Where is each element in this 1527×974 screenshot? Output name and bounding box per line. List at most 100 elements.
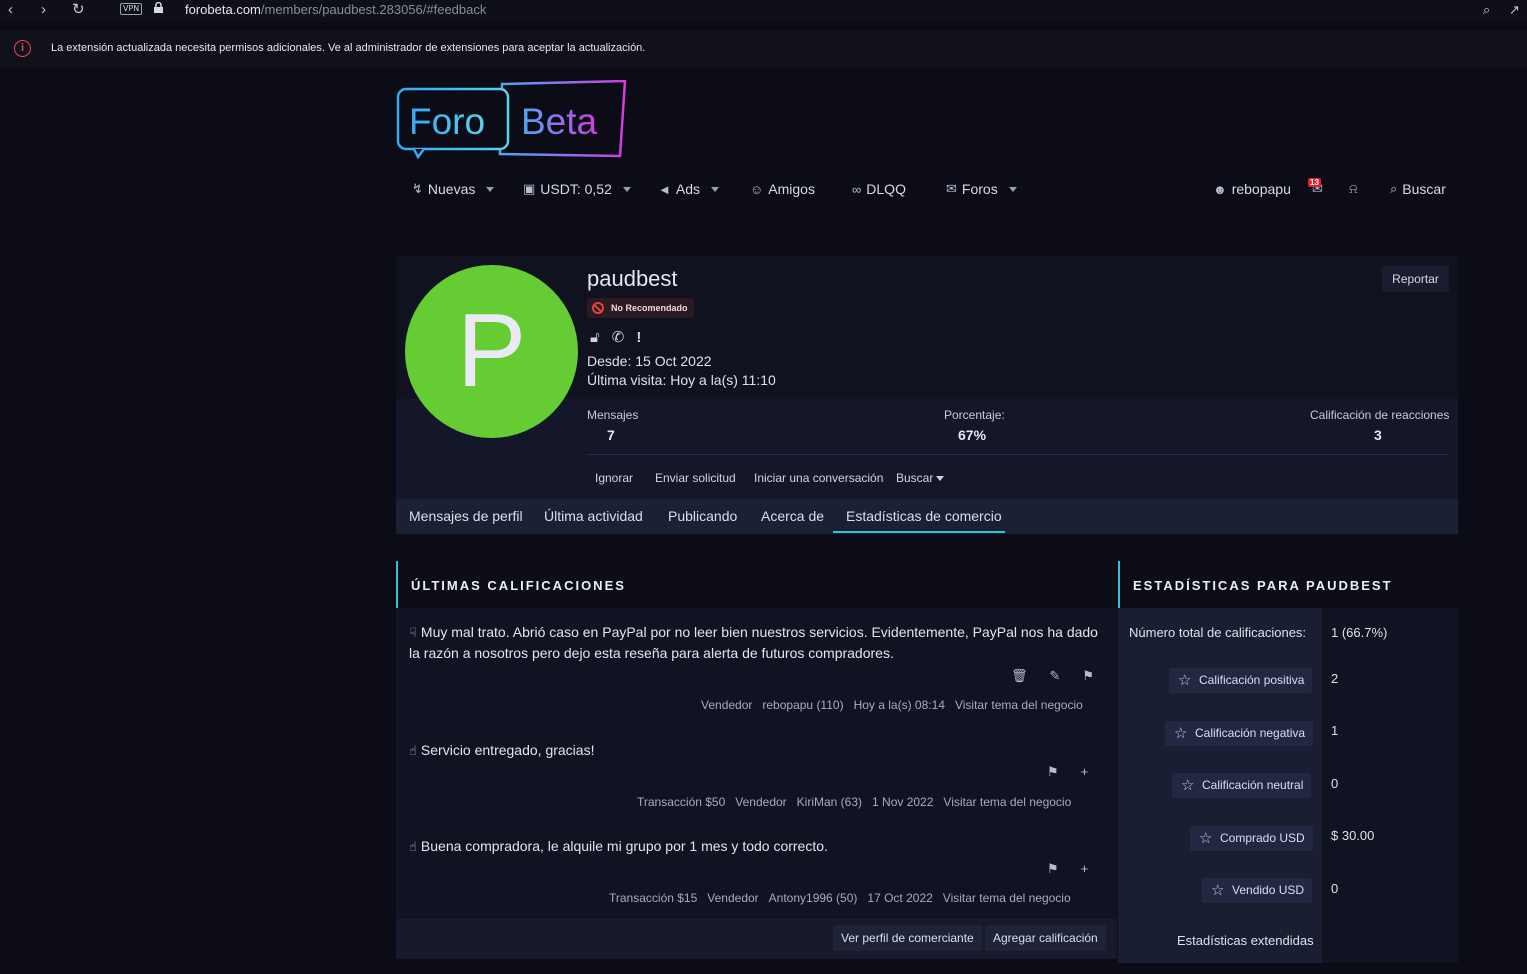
send-request-link[interactable]: Enviar solicitud (655, 471, 736, 485)
review-meta: Vendedor rebopapu (110) Hoy a la(s) 08:1… (701, 698, 1083, 712)
stat-value-reactions[interactable]: 3 (1374, 427, 1382, 443)
chevron-down-icon (711, 186, 719, 192)
stat-label-percentage: Porcentaje: (944, 408, 1005, 422)
tab-profile-posts[interactable]: Mensajes de perfil (409, 508, 523, 524)
tab-latest-activity[interactable]: Última actividad (544, 508, 643, 524)
nav-label: DLQQ (866, 181, 906, 197)
zoom-search-icon[interactable]: ⌕ (1483, 2, 1490, 18)
active-tab-indicator (833, 531, 1005, 533)
meta-user[interactable]: rebopapu (110) (762, 698, 843, 712)
meta-date[interactable]: 1 Nov 2022 (872, 795, 933, 809)
nav-item-dlqq[interactable]: ∞ DLQQ (852, 181, 906, 197)
meta-user[interactable]: Antony1996 (50) (769, 891, 858, 905)
nav-label: Ads (675, 181, 700, 197)
logo-text-beta: Beta (521, 101, 598, 142)
chevron-down-icon (1008, 186, 1017, 192)
extended-stats-link[interactable]: Estadísticas extendidas (1177, 933, 1314, 948)
meta-date[interactable]: Hoy a la(s) 08:14 (854, 698, 945, 712)
inbox-count-badge: 13 (1308, 178, 1321, 187)
meta-role: Vendedor (735, 795, 787, 809)
bought-usd-value: $ 30.00 (1331, 828, 1375, 843)
logo-text-foro: Foro (409, 101, 485, 142)
positive-rating-button[interactable]: ☆ Calificación positiva (1169, 668, 1313, 693)
visit-thread-link[interactable]: Visitar tema del negocio (955, 698, 1083, 712)
forobeta-logo[interactable]: Foro Beta (396, 80, 628, 160)
star-icon: ☆ (1199, 830, 1213, 847)
sold-usd-button[interactable]: ☆ Vendido USD (1202, 878, 1313, 903)
flag-icon[interactable]: ⚑ (1082, 668, 1094, 684)
vpn-badge[interactable]: VPN (120, 3, 143, 15)
avatar[interactable]: P (405, 265, 578, 438)
nav-user-menu[interactable]: ☻ rebopapu (1213, 181, 1291, 197)
negative-rating-button[interactable]: ☆ Calificación negativa (1165, 721, 1314, 746)
money-icon: ▣ (523, 181, 536, 196)
stat-value-messages[interactable]: 7 (607, 427, 615, 443)
nav-label: Amigos (768, 181, 815, 197)
find-menu-label: Buscar (896, 471, 934, 485)
plus-icon[interactable]: + (1081, 861, 1089, 877)
address-bar[interactable]: forobeta.com/members/paudbest.283056/#fe… (185, 2, 486, 17)
users-icon: ☺ (750, 181, 764, 197)
plus-icon[interactable]: + (1081, 764, 1089, 780)
chevron-down-icon (622, 186, 631, 192)
main-nav: ↯ Nuevas ▣ USDT: 0,52 ◄ Ads ☺ Amigos ∞ D… (396, 172, 1458, 208)
start-conversation-link[interactable]: Iniciar una conversación (754, 471, 883, 485)
exclamation-icon[interactable]: ! (636, 329, 641, 346)
prohibited-icon (592, 302, 604, 314)
visit-thread-link[interactable]: Visitar tema del negocio (943, 795, 1071, 809)
search-button[interactable]: ⌕ Buscar (1390, 181, 1446, 197)
back-icon[interactable]: ‹ (8, 1, 13, 19)
unlock-icon[interactable]: 🔓︎ (590, 329, 600, 346)
sold-usd-value: 0 (1331, 881, 1339, 896)
stat-button-label: Vendido USD (1232, 883, 1305, 897)
reload-icon[interactable]: ↻ (72, 1, 85, 19)
divider (587, 454, 1449, 455)
extension-warning-bar: i La extensión actualizada necesita perm… (0, 30, 1527, 68)
stat-button-label: Calificación neutral (1202, 778, 1304, 792)
find-menu[interactable]: Buscar (896, 471, 945, 485)
meta-user[interactable]: KiriMan (63) (797, 795, 862, 809)
review-actions: ⚑ + (1047, 764, 1088, 780)
profile-card: P paudbest No Recomendado 🔓︎ ✆ ! Desde: … (396, 256, 1458, 534)
alerts-button[interactable]: ⍾ (1349, 181, 1358, 197)
report-button[interactable]: Reportar (1382, 266, 1449, 292)
neutral-rating-value: 0 (1331, 776, 1339, 791)
nav-item-foros[interactable]: ✉ Foros (946, 181, 1017, 197)
nav-item-amigos[interactable]: ☺ Amigos (750, 181, 815, 197)
review-text: ☝ Buena compradora, le alquile mi grupo p… (409, 836, 1104, 857)
review-text: ☟ Muy mal trato. Abrió caso en PayPal por… (409, 622, 1104, 664)
flag-icon[interactable]: ⚑ (1047, 861, 1059, 877)
nav-label: Foros (961, 181, 998, 197)
url-path: /members/paudbest.283056/#feedback (260, 2, 487, 17)
forward-icon[interactable]: › (41, 1, 46, 19)
view-trader-profile-button[interactable]: Ver perfil de comerciante (833, 925, 982, 951)
comments-icon: ✉ (946, 181, 957, 196)
meta-role: Vendedor (701, 698, 753, 712)
meta-date[interactable]: 17 Oct 2022 (867, 891, 932, 905)
positive-rating-value: 2 (1331, 671, 1339, 686)
tab-trade-stats[interactable]: Estadísticas de comercio (846, 508, 1002, 524)
nav-item-ads[interactable]: ◄ Ads (658, 181, 719, 197)
review-actions: 🗑︎ ✎ ⚑ (1011, 668, 1094, 684)
edit-icon[interactable]: ✎ (1050, 668, 1061, 684)
stat-button-label: Calificación negativa (1195, 726, 1306, 740)
bought-usd-button[interactable]: ☆ Comprado USD (1190, 826, 1313, 851)
visit-thread-link[interactable]: Visitar tema del negocio (943, 891, 1071, 905)
whatsapp-icon[interactable]: ✆ (612, 328, 625, 346)
ratings-list: ☟ Muy mal trato. Abrió caso en PayPal por… (396, 608, 1117, 919)
add-rating-button[interactable]: Agregar calificación (985, 925, 1106, 951)
tab-postings[interactable]: Publicando (668, 508, 737, 524)
neutral-rating-button[interactable]: ☆ Calificación neutral (1172, 773, 1312, 798)
bolt-icon: ↯ (412, 181, 423, 196)
share-icon[interactable]: ↗ (1509, 2, 1520, 18)
flag-icon[interactable]: ⚑ (1047, 764, 1059, 780)
thumbs-up-icon: ☝ (409, 743, 417, 758)
extension-warning-text[interactable]: La extensión actualizada necesita permis… (51, 42, 645, 54)
nav-item-nuevas[interactable]: ↯ Nuevas (412, 181, 495, 197)
tab-about[interactable]: Acerca de (761, 508, 824, 524)
chevron-down-icon (486, 186, 495, 192)
trash-icon[interactable]: 🗑︎ (1011, 668, 1028, 684)
ignore-link[interactable]: Ignorar (595, 471, 633, 485)
member-since: Desde: 15 Oct 2022 (587, 353, 712, 369)
nav-item-usdt[interactable]: ▣ USDT: 0,52 (523, 181, 631, 197)
